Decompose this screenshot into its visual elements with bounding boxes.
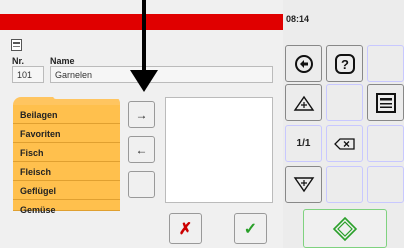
backspace-button[interactable] — [326, 125, 363, 162]
backspace-icon — [333, 137, 355, 150]
empty-key-3[interactable] — [367, 125, 404, 162]
tab-fisch[interactable]: Fisch — [13, 143, 120, 162]
up-triangle-icon — [293, 95, 314, 111]
help-icon: ? — [334, 53, 355, 74]
page-indicator: 1/1 — [285, 125, 322, 162]
clock: 08:14 — [286, 14, 310, 24]
pointer-arrow-shaft — [142, 0, 146, 80]
help-button[interactable]: ? — [326, 45, 363, 82]
tab-beilagen[interactable]: Beilagen — [13, 105, 120, 124]
nr-field[interactable]: 101 — [12, 66, 44, 83]
menu-icon — [375, 92, 396, 113]
tab-favoriten[interactable]: Favoriten — [13, 124, 120, 143]
menu-button[interactable] — [367, 84, 404, 121]
name-field[interactable]: Garnelen — [50, 66, 273, 83]
name-label: Name — [50, 56, 75, 66]
tab-gemuese[interactable]: Gemüse — [13, 200, 120, 215]
empty-key-5[interactable] — [367, 166, 404, 203]
ok-button[interactable] — [303, 209, 387, 248]
empty-button[interactable] — [128, 171, 155, 198]
back-arrow-icon — [294, 54, 313, 73]
folder-tab-top — [13, 96, 120, 105]
pointer-arrow-head — [130, 70, 158, 92]
empty-key-4[interactable] — [326, 166, 363, 203]
svg-text:?: ? — [341, 57, 349, 72]
scroll-up-button[interactable] — [285, 84, 322, 121]
tab-fleisch[interactable]: Fleisch — [13, 162, 120, 181]
back-button[interactable] — [285, 45, 322, 82]
empty-key-1[interactable] — [367, 45, 404, 82]
diamond-ok-icon — [332, 216, 358, 241]
tab-gefluegel[interactable]: Geflügel — [13, 181, 120, 200]
category-tabs: Beilagen Favoriten Fisch Fleisch Geflüge… — [13, 96, 120, 248]
nr-label: Nr. — [12, 56, 25, 66]
document-icon — [11, 39, 22, 51]
scroll-down-button[interactable] — [285, 166, 322, 203]
confirm-button[interactable]: ✓ — [234, 213, 267, 244]
move-left-button[interactable]: ← — [128, 136, 155, 163]
assigned-list[interactable] — [165, 97, 273, 203]
move-right-button[interactable]: → — [128, 101, 155, 128]
cancel-button[interactable]: ✗ — [169, 213, 202, 244]
down-triangle-icon — [293, 176, 314, 192]
empty-key-2[interactable] — [326, 84, 363, 121]
